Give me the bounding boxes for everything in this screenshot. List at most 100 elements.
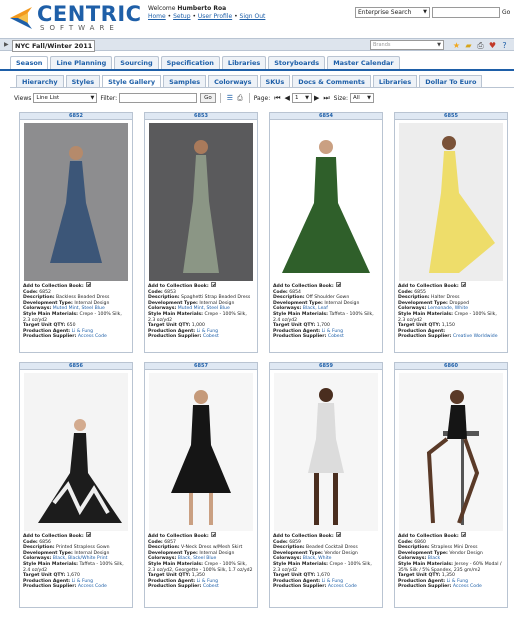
tab-skus[interactable]: SKUs bbox=[259, 75, 291, 87]
style-photo[interactable] bbox=[24, 373, 128, 531]
style-card-code-header[interactable]: 6855 bbox=[395, 113, 507, 120]
style-photo[interactable] bbox=[24, 123, 128, 281]
tab-line-planning[interactable]: Line Planning bbox=[50, 56, 113, 69]
style-photo[interactable] bbox=[149, 123, 253, 281]
materials-label: Style Main Materials: bbox=[398, 311, 453, 317]
columns-icon[interactable]: ☰ bbox=[227, 94, 233, 102]
previous-page-icon[interactable]: ◀ bbox=[285, 94, 290, 102]
favorite-icon[interactable]: ♥ bbox=[488, 41, 497, 50]
size-select[interactable]: All ▼ bbox=[349, 93, 374, 103]
next-page-icon[interactable]: ▶ bbox=[314, 94, 319, 102]
colorways-link[interactable]: Black, Black/White Print bbox=[53, 556, 108, 561]
tab-sub-libraries[interactable]: Libraries bbox=[372, 75, 418, 87]
description-label: Description: bbox=[273, 545, 305, 551]
style-card-code-header[interactable]: 6857 bbox=[145, 363, 257, 370]
views-select[interactable]: Line List ▼ bbox=[33, 93, 98, 103]
tab-specification[interactable]: Specification bbox=[160, 56, 220, 69]
tab-hierarchy[interactable]: Hierarchy bbox=[16, 75, 64, 87]
colorways-link[interactable]: Muted Mint, Steel Blue bbox=[53, 306, 105, 311]
style-photo[interactable] bbox=[399, 373, 503, 531]
print-icon[interactable]: ⎙ bbox=[237, 94, 243, 103]
search-input[interactable] bbox=[432, 7, 500, 18]
filter-input[interactable] bbox=[119, 93, 198, 103]
add-to-book-checkbox[interactable] bbox=[335, 282, 341, 287]
supplier-link[interactable]: Cobest bbox=[203, 584, 219, 589]
tab-colorways[interactable]: Colorways bbox=[208, 75, 258, 87]
home-link[interactable]: Home bbox=[148, 13, 166, 20]
agent-link[interactable]: Li & Fung bbox=[322, 579, 343, 584]
tab-docs-comments[interactable]: Docs & Comments bbox=[292, 75, 371, 87]
add-to-book-checkbox[interactable] bbox=[460, 282, 466, 287]
search-scope-select[interactable]: Enterprise Search ▼ bbox=[355, 7, 430, 18]
brands-select[interactable]: Brands ▼ bbox=[370, 40, 444, 50]
filter-go-button[interactable]: Go bbox=[200, 93, 216, 103]
style-card[interactable]: 6852 Add to Collection Book: Code: 6852 … bbox=[19, 112, 133, 353]
style-card-code-header[interactable]: 6852 bbox=[20, 113, 132, 120]
tab-storyboards[interactable]: Storyboards bbox=[268, 56, 326, 69]
supplier-link[interactable]: Access Code bbox=[453, 584, 482, 589]
colorways-link[interactable]: Black, White bbox=[303, 556, 332, 561]
play-arrow-icon[interactable]: ▶ bbox=[4, 41, 9, 48]
tab-dollar-to-euro[interactable]: Dollar To Euro bbox=[419, 75, 483, 87]
agent-link[interactable]: Li & Fung bbox=[72, 329, 93, 334]
add-to-book-checkbox[interactable] bbox=[85, 282, 91, 287]
supplier-link[interactable]: Cobest bbox=[328, 334, 344, 339]
style-photo[interactable] bbox=[274, 373, 378, 531]
colorways-link[interactable]: Black, Leaf bbox=[303, 306, 328, 311]
star-icon[interactable]: ★ bbox=[452, 41, 461, 50]
add-to-book-checkbox[interactable] bbox=[460, 532, 466, 537]
style-card-code-header[interactable]: 6860 bbox=[395, 363, 507, 370]
last-page-icon[interactable]: ⏭ bbox=[323, 94, 329, 103]
colorways-link[interactable]: Lemonade, White bbox=[428, 306, 468, 311]
add-to-book-checkbox[interactable] bbox=[210, 282, 216, 287]
style-card[interactable]: 6859 Add to Collection Book: Code: 6859 … bbox=[269, 362, 383, 608]
style-card-code-header[interactable]: 6859 bbox=[270, 363, 382, 370]
add-to-book-checkbox[interactable] bbox=[210, 532, 216, 537]
folder-icon[interactable]: ▰ bbox=[464, 41, 473, 50]
style-card[interactable]: 6856 Add to Collection Book: Code: 6856 … bbox=[19, 362, 133, 608]
supplier-link[interactable]: Access Code bbox=[78, 334, 107, 339]
supplier-link[interactable]: Access Code bbox=[78, 584, 107, 589]
tab-season[interactable]: Season bbox=[10, 56, 49, 69]
tab-sourcing[interactable]: Sourcing bbox=[114, 56, 159, 69]
help-icon[interactable]: ? bbox=[500, 41, 509, 50]
style-card-code-header[interactable]: 6853 bbox=[145, 113, 257, 120]
user-profile-link[interactable]: User Profile bbox=[198, 13, 232, 20]
tab-master-calendar[interactable]: Master Calendar bbox=[327, 56, 400, 69]
style-card[interactable]: 6857 Add to Collection Book: Code: 6857 … bbox=[144, 362, 258, 608]
tab-samples[interactable]: Samples bbox=[163, 75, 207, 87]
supplier-link[interactable]: Creative Worldwide bbox=[453, 334, 498, 339]
tab-style-gallery[interactable]: Style Gallery bbox=[102, 75, 162, 87]
sign-out-link[interactable]: Sign Out bbox=[240, 13, 266, 20]
agent-link[interactable]: Li & Fung bbox=[72, 579, 93, 584]
agent-link[interactable]: Li & Fung bbox=[447, 579, 468, 584]
agent-link[interactable]: Li & Fung bbox=[197, 329, 218, 334]
colorways-link[interactable]: Muted Mint, Steel Blue bbox=[178, 306, 230, 311]
print-icon[interactable]: ⎙ bbox=[476, 41, 485, 50]
search-go-button[interactable]: Go bbox=[502, 7, 514, 18]
add-to-book-checkbox[interactable] bbox=[85, 532, 91, 537]
supplier-link[interactable]: Access Code bbox=[328, 584, 357, 589]
centric-logo[interactable]: CENTRIC SOFTWARE bbox=[6, 3, 141, 33]
style-card[interactable]: 6854 Add to Collection Book: Code: 6854 … bbox=[269, 112, 383, 353]
supplier-link[interactable]: Cobest bbox=[203, 334, 219, 339]
style-card[interactable]: 6853 Add to Collection Book: Code: 6853 … bbox=[144, 112, 258, 353]
tab-styles[interactable]: Styles bbox=[65, 75, 101, 87]
style-card[interactable]: 6860 Add to Collection Book: Code: 6860 … bbox=[394, 362, 508, 608]
colorways-link[interactable]: Black bbox=[428, 556, 440, 561]
setup-link[interactable]: Setup bbox=[173, 13, 190, 20]
tab-libraries[interactable]: Libraries bbox=[221, 56, 267, 69]
style-card-code-header[interactable]: 6856 bbox=[20, 363, 132, 370]
colorways-link[interactable]: Black, Steel Blue bbox=[178, 556, 217, 561]
style-card[interactable]: 6855 Add to Collection Book: Code: 6855 … bbox=[394, 112, 508, 353]
style-card-code-header[interactable]: 6854 bbox=[270, 113, 382, 120]
first-page-icon[interactable]: ⏮ bbox=[274, 94, 280, 103]
agent-link[interactable]: Li & Fung bbox=[322, 329, 343, 334]
style-photo[interactable] bbox=[399, 123, 503, 281]
style-photo[interactable] bbox=[149, 373, 253, 531]
style-photo[interactable] bbox=[274, 123, 378, 281]
season-selector[interactable]: NYC Fall/Winter 2011 bbox=[12, 40, 96, 52]
agent-link[interactable]: Li & Fung bbox=[197, 579, 218, 584]
add-to-book-checkbox[interactable] bbox=[335, 532, 341, 537]
page-select[interactable]: 1 ▼ bbox=[291, 93, 312, 103]
